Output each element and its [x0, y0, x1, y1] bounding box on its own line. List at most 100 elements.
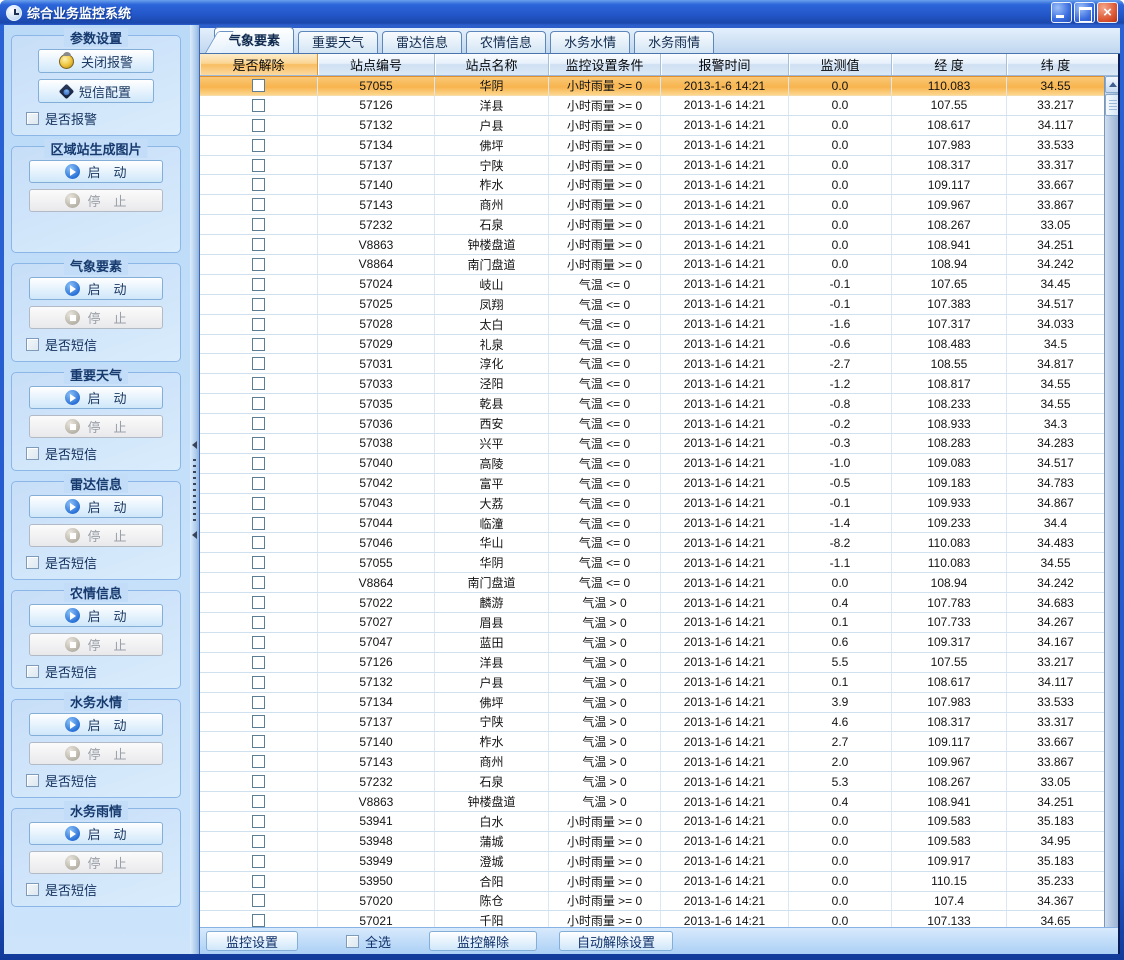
column-header[interactable]: 监控设置条件 [549, 54, 661, 75]
tab-雷达信息[interactable]: 雷达信息 [382, 31, 462, 53]
minimize-button[interactable] [1051, 2, 1072, 23]
table-row[interactable]: 57132 户县 小时雨量 >= 0 2013-1-6 14:21 0.0 10… [200, 116, 1104, 136]
release-checkbox[interactable] [252, 278, 265, 291]
close-button[interactable] [1097, 2, 1118, 23]
release-checkbox[interactable] [252, 795, 265, 808]
stop-button[interactable]: 停 止 [29, 306, 163, 329]
table-row[interactable]: 57036 西安 气温 <= 0 2013-1-6 14:21 -0.2 108… [200, 414, 1104, 434]
release-checkbox[interactable] [252, 536, 265, 549]
release-checkbox[interactable] [252, 119, 265, 132]
table-row[interactable]: 53950 合阳 小时雨量 >= 0 2013-1-6 14:21 0.0 11… [200, 872, 1104, 892]
table-row[interactable]: 57040 高陵 气温 <= 0 2013-1-6 14:21 -1.0 109… [200, 454, 1104, 474]
start-button[interactable]: 启 动 [29, 277, 163, 300]
table-row[interactable]: 57143 商州 小时雨量 >= 0 2013-1-6 14:21 0.0 10… [200, 195, 1104, 215]
checkbox[interactable] [26, 338, 39, 351]
table-row[interactable]: V8863 钟楼盘道 气温 > 0 2013-1-6 14:21 0.4 108… [200, 792, 1104, 812]
release-checkbox[interactable] [252, 875, 265, 888]
release-checkbox[interactable] [252, 159, 265, 172]
release-checkbox[interactable] [252, 377, 265, 390]
release-checkbox[interactable] [252, 198, 265, 211]
table-row[interactable]: 57029 礼泉 气温 <= 0 2013-1-6 14:21 -0.6 108… [200, 335, 1104, 355]
release-checkbox[interactable] [252, 338, 265, 351]
table-row[interactable]: V8863 钟楼盘道 小时雨量 >= 0 2013-1-6 14:21 0.0 … [200, 235, 1104, 255]
release-checkbox[interactable] [252, 636, 265, 649]
table-row[interactable]: 57035 乾县 气温 <= 0 2013-1-6 14:21 -0.8 108… [200, 394, 1104, 414]
release-checkbox[interactable] [252, 855, 265, 868]
release-checkbox[interactable] [252, 576, 265, 589]
release-checkbox[interactable] [252, 815, 265, 828]
table-row[interactable]: 57134 佛坪 小时雨量 >= 0 2013-1-6 14:21 0.0 10… [200, 136, 1104, 156]
table-row[interactable]: 57140 柞水 气温 > 0 2013-1-6 14:21 2.7 109.1… [200, 732, 1104, 752]
table-row[interactable]: 57232 石泉 小时雨量 >= 0 2013-1-6 14:21 0.0 10… [200, 215, 1104, 235]
table-row[interactable]: 57028 太白 气温 <= 0 2013-1-6 14:21 -1.6 107… [200, 315, 1104, 335]
table-row[interactable]: 57022 麟游 气温 > 0 2013-1-6 14:21 0.4 107.7… [200, 593, 1104, 613]
table-row[interactable]: V8864 南门盘道 气温 <= 0 2013-1-6 14:21 0.0 10… [200, 573, 1104, 593]
release-checkbox[interactable] [252, 914, 265, 927]
stop-button[interactable]: 停 止 [29, 742, 163, 765]
checkbox[interactable] [26, 447, 39, 460]
start-button[interactable]: 启 动 [29, 160, 163, 183]
tab-水务水情[interactable]: 水务水情 [550, 31, 630, 53]
stop-button[interactable]: 停 止 [29, 524, 163, 547]
release-checkbox[interactable] [252, 497, 265, 510]
release-checkbox[interactable] [252, 715, 265, 728]
release-checkbox[interactable] [252, 238, 265, 251]
release-checkbox[interactable] [252, 894, 265, 907]
release-checkbox[interactable] [252, 437, 265, 450]
table-row[interactable]: 57126 洋县 气温 > 0 2013-1-6 14:21 5.5 107.5… [200, 653, 1104, 673]
column-header[interactable]: 是否解除 [200, 54, 318, 75]
table-row[interactable]: 57038 兴平 气温 <= 0 2013-1-6 14:21 -0.3 108… [200, 434, 1104, 454]
release-checkbox[interactable] [252, 139, 265, 152]
release-checkbox[interactable] [252, 735, 265, 748]
table-row[interactable]: 57044 临潼 气温 <= 0 2013-1-6 14:21 -1.4 109… [200, 514, 1104, 534]
column-header[interactable]: 纬 度 [1007, 54, 1104, 75]
stop-button[interactable]: 停 止 [29, 189, 163, 212]
table-row[interactable]: 57132 户县 气温 > 0 2013-1-6 14:21 0.1 108.6… [200, 673, 1104, 693]
table-row[interactable]: 53941 白水 小时雨量 >= 0 2013-1-6 14:21 0.0 10… [200, 812, 1104, 832]
tab-水务雨情[interactable]: 水务雨情 [634, 31, 714, 53]
release-checkbox[interactable] [252, 676, 265, 689]
release-checkbox[interactable] [252, 477, 265, 490]
table-row[interactable]: 57031 淳化 气温 <= 0 2013-1-6 14:21 -2.7 108… [200, 354, 1104, 374]
release-checkbox[interactable] [252, 755, 265, 768]
tab-农情信息[interactable]: 农情信息 [466, 31, 546, 53]
table-row[interactable]: 57021 千阳 小时雨量 >= 0 2013-1-6 14:21 0.0 10… [200, 911, 1104, 927]
release-checkbox[interactable] [252, 616, 265, 629]
monitor-release-button[interactable]: 监控解除 [429, 931, 537, 951]
checkbox[interactable] [26, 883, 39, 896]
release-checkbox[interactable] [252, 99, 265, 112]
checkbox[interactable] [26, 774, 39, 787]
短信配置-button[interactable]: 短信配置 [38, 79, 154, 103]
table-row[interactable]: 57047 蓝田 气温 > 0 2013-1-6 14:21 0.6 109.3… [200, 633, 1104, 653]
tab-重要天气[interactable]: 重要天气 [298, 31, 378, 53]
release-checkbox[interactable] [252, 79, 265, 92]
table-row[interactable]: 57137 宁陕 气温 > 0 2013-1-6 14:21 4.6 108.3… [200, 713, 1104, 733]
start-button[interactable]: 启 动 [29, 822, 163, 845]
table-row[interactable]: 57043 大荔 气温 <= 0 2013-1-6 14:21 -0.1 109… [200, 494, 1104, 514]
start-button[interactable]: 启 动 [29, 495, 163, 518]
release-checkbox[interactable] [252, 417, 265, 430]
select-all-checkbox[interactable] [346, 935, 359, 948]
stop-button[interactable]: 停 止 [29, 851, 163, 874]
table-row[interactable]: 57024 岐山 气温 <= 0 2013-1-6 14:21 -0.1 107… [200, 275, 1104, 295]
column-header[interactable]: 报警时间 [661, 54, 789, 75]
table-row[interactable]: 57143 商州 气温 > 0 2013-1-6 14:21 2.0 109.9… [200, 752, 1104, 772]
table-row[interactable]: 57033 泾阳 气温 <= 0 2013-1-6 14:21 -1.2 108… [200, 374, 1104, 394]
table-row[interactable]: 57046 华山 气温 <= 0 2013-1-6 14:21 -8.2 110… [200, 533, 1104, 553]
scroll-up-button[interactable] [1105, 76, 1118, 93]
column-header[interactable]: 监测值 [789, 54, 892, 75]
table-row[interactable]: 57042 富平 气温 <= 0 2013-1-6 14:21 -0.5 109… [200, 474, 1104, 494]
stop-button[interactable]: 停 止 [29, 633, 163, 656]
release-checkbox[interactable] [252, 357, 265, 370]
maximize-button[interactable] [1074, 2, 1095, 23]
table-row[interactable]: 57140 柞水 小时雨量 >= 0 2013-1-6 14:21 0.0 10… [200, 175, 1104, 195]
checkbox[interactable] [26, 112, 39, 125]
table-row[interactable]: 57232 石泉 气温 > 0 2013-1-6 14:21 5.3 108.2… [200, 772, 1104, 792]
release-checkbox[interactable] [252, 517, 265, 530]
关闭报警-button[interactable]: 关闭报警 [38, 49, 154, 73]
start-button[interactable]: 启 动 [29, 604, 163, 627]
release-checkbox[interactable] [252, 556, 265, 569]
table-row[interactable]: 57134 佛坪 气温 > 0 2013-1-6 14:21 3.9 107.9… [200, 693, 1104, 713]
release-checkbox[interactable] [252, 258, 265, 271]
release-checkbox[interactable] [252, 218, 265, 231]
